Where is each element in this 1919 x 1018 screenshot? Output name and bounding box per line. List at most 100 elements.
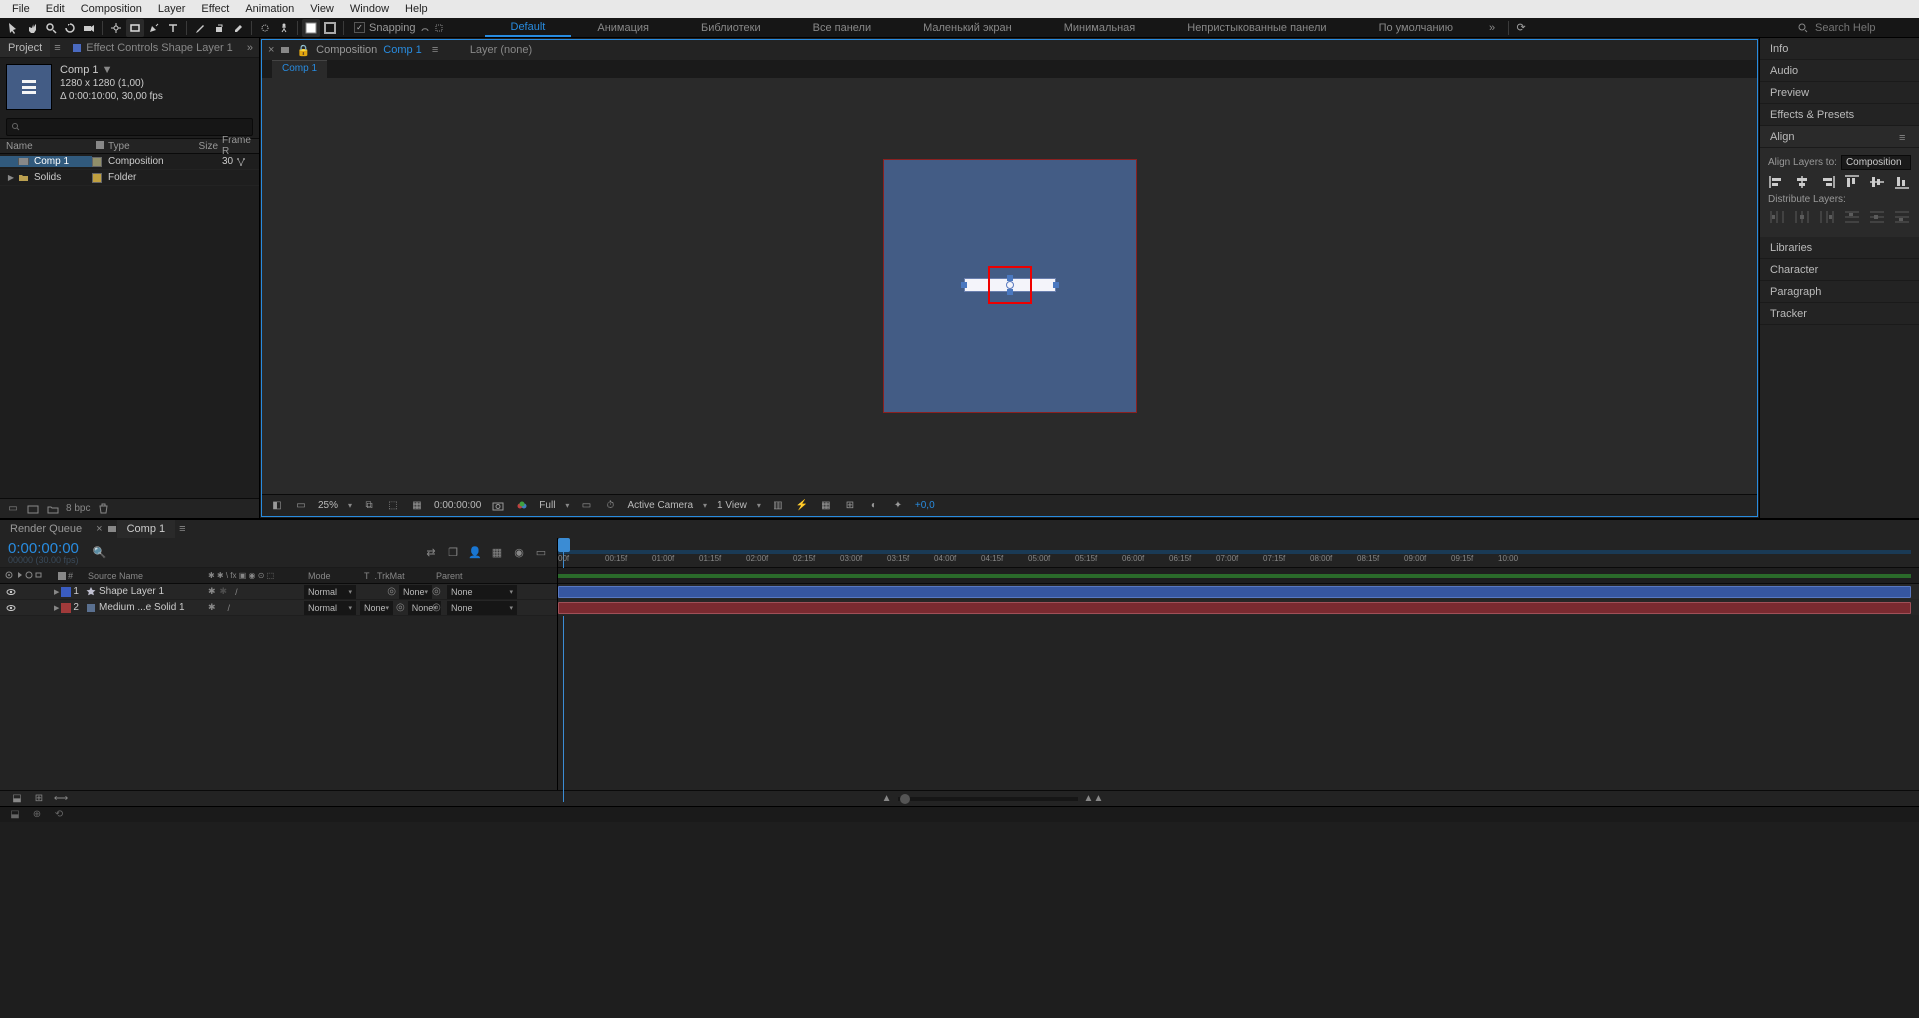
zoom-in-icon[interactable]: ▲▲ <box>1084 793 1104 804</box>
expand-icon[interactable]: ▶ <box>54 588 59 596</box>
comp-flowchart-icon[interactable]: ⇄ <box>423 545 439 561</box>
search-help-input[interactable] <box>1815 22 1905 34</box>
close-tab-icon[interactable]: × <box>92 523 106 535</box>
col-source-name[interactable]: Source Name <box>84 571 204 581</box>
time-ruler[interactable]: 00f00:15f01:00f01:15f02:00f02:15f03:00f0… <box>558 538 1919 568</box>
pickwhip-icon[interactable]: ◎ <box>396 602 405 613</box>
magnification-dropdown[interactable]: 25% <box>318 500 352 511</box>
zoom-out-icon[interactable]: ▲ <box>882 793 892 804</box>
puppet-tool[interactable] <box>275 19 293 37</box>
align-left-button[interactable] <box>1768 174 1786 190</box>
grid-icon[interactable]: ▦ <box>819 499 833 513</box>
tab-comp1[interactable]: Comp 1 <box>117 520 176 538</box>
graph-editor-icon[interactable]: ▭ <box>533 545 549 561</box>
roi-icon[interactable]: ⬚ <box>386 499 400 513</box>
views-dropdown[interactable]: 1 View <box>717 500 761 511</box>
layer-bar[interactable] <box>558 586 1911 598</box>
col-type[interactable]: Type <box>108 141 186 152</box>
parent-dropdown[interactable]: None▾ <box>447 601 517 615</box>
project-tab[interactable]: Project <box>0 38 50 57</box>
menu-edit[interactable]: Edit <box>38 3 73 15</box>
workspace-overflow[interactable]: » <box>1479 22 1505 34</box>
layer-bar-row[interactable] <box>558 584 1919 600</box>
status-icon[interactable]: ⊕ <box>30 808 44 822</box>
col-size[interactable]: Size <box>186 141 218 152</box>
current-time[interactable]: 0:00:00:00 <box>434 500 481 511</box>
align-hcenter-button[interactable] <box>1793 174 1811 190</box>
workspace-undocked[interactable]: Непристыкованные панели <box>1161 18 1352 37</box>
layer-none-tab[interactable]: Layer (none) <box>470 44 532 56</box>
roto-tool[interactable] <box>256 19 274 37</box>
effect-controls-tab[interactable]: Effect Controls Shape Layer 1 <box>82 38 241 57</box>
col-mode[interactable]: Mode <box>304 571 360 581</box>
bit-depth[interactable]: 8 bpc <box>66 503 90 514</box>
visibility-icon[interactable] <box>6 603 16 613</box>
workspace-minimal[interactable]: Минимальная <box>1038 18 1162 37</box>
panel-paragraph[interactable]: Paragraph <box>1760 281 1919 303</box>
transparency-icon[interactable]: ▦ <box>410 499 424 513</box>
col-name[interactable]: Name <box>0 141 92 152</box>
snapshot-icon[interactable] <box>491 499 505 513</box>
layer-name[interactable]: Medium ...e Solid 1 <box>99 602 185 613</box>
playhead[interactable] <box>558 538 570 552</box>
workspace-libraries[interactable]: Библиотеки <box>675 18 787 37</box>
zoom-tool[interactable] <box>42 19 60 37</box>
guide-icon[interactable]: ⊞ <box>843 499 857 513</box>
comp-thumbnail[interactable] <box>6 64 52 110</box>
motion-blur-icon[interactable]: ◉ <box>511 545 527 561</box>
trash-icon[interactable] <box>96 502 110 516</box>
col-parent[interactable]: Parent <box>432 571 520 581</box>
new-comp-icon[interactable] <box>26 502 40 516</box>
toggle-modes-icon[interactable]: ⊞ <box>32 792 46 806</box>
panel-effects-presets[interactable]: Effects & Presets <box>1760 104 1919 126</box>
canvas-area[interactable] <box>262 78 1757 494</box>
pickwhip-icon[interactable]: ◎ <box>432 586 444 597</box>
composition-canvas[interactable] <box>884 160 1136 412</box>
panel-menu-icon[interactable]: ≡ <box>175 523 187 535</box>
hand-tool[interactable] <box>23 19 41 37</box>
magnification-icon[interactable]: ▭ <box>294 499 308 513</box>
label-swatch[interactable] <box>61 587 71 597</box>
hide-shy-icon[interactable]: 👤 <box>467 545 483 561</box>
workspace-reset-icon[interactable]: ⟳ <box>1512 19 1530 37</box>
menu-window[interactable]: Window <box>342 3 397 15</box>
visibility-icon[interactable] <box>6 587 16 597</box>
brush-tool[interactable] <box>191 19 209 37</box>
lock-icon[interactable]: 🔒 <box>296 44 310 57</box>
timeline-search[interactable]: 🔍 <box>93 546 107 559</box>
parent-dropdown[interactable]: None▾ <box>447 585 517 599</box>
camera-dropdown[interactable]: Active Camera <box>627 500 707 511</box>
tabs-overflow[interactable]: » <box>241 42 259 54</box>
workspace-default[interactable]: Default <box>485 18 572 37</box>
panel-menu-icon[interactable]: ≡ <box>1899 132 1909 142</box>
interpret-icon[interactable]: ▭ <box>6 502 20 516</box>
pickwhip-icon[interactable]: ◎ <box>432 602 444 613</box>
show-channel-icon[interactable] <box>515 499 529 513</box>
status-icon[interactable]: ⟲ <box>52 808 66 822</box>
transform-handle[interactable] <box>1053 282 1059 288</box>
align-bottom-button[interactable] <box>1893 174 1911 190</box>
toggle-switches-icon[interactable]: ⬓ <box>10 792 24 806</box>
layer-bar-row[interactable] <box>558 600 1919 616</box>
blend-mode-dropdown[interactable]: Normal▾ <box>304 601 356 615</box>
project-search[interactable] <box>6 118 253 136</box>
layer-bar[interactable] <box>558 602 1911 614</box>
menu-file[interactable]: File <box>4 3 38 15</box>
frame-blend-icon[interactable]: ▦ <box>489 545 505 561</box>
trkmat-dropdown[interactable]: None▾ <box>399 585 432 599</box>
adjust-icon[interactable]: ✦ <box>891 499 905 513</box>
panel-align[interactable]: Align≡ <box>1760 126 1919 148</box>
work-area-indicator[interactable] <box>558 574 1911 578</box>
selection-tool[interactable] <box>4 19 22 37</box>
text-tool[interactable] <box>164 19 182 37</box>
exposure-value[interactable]: +0,0 <box>915 500 935 511</box>
layer-name[interactable]: Shape Layer 1 <box>99 586 164 597</box>
menu-composition[interactable]: Composition <box>73 3 150 15</box>
pickwhip-icon[interactable]: ◎ <box>387 586 396 597</box>
menu-help[interactable]: Help <box>397 3 436 15</box>
align-target-dropdown[interactable]: Composition <box>1841 155 1911 170</box>
draft-3d-icon[interactable]: ❐ <box>445 545 461 561</box>
close-tab-icon[interactable]: × <box>268 44 274 56</box>
menu-effect[interactable]: Effect <box>193 3 237 15</box>
workspace-small-screen[interactable]: Маленький экран <box>897 18 1038 37</box>
